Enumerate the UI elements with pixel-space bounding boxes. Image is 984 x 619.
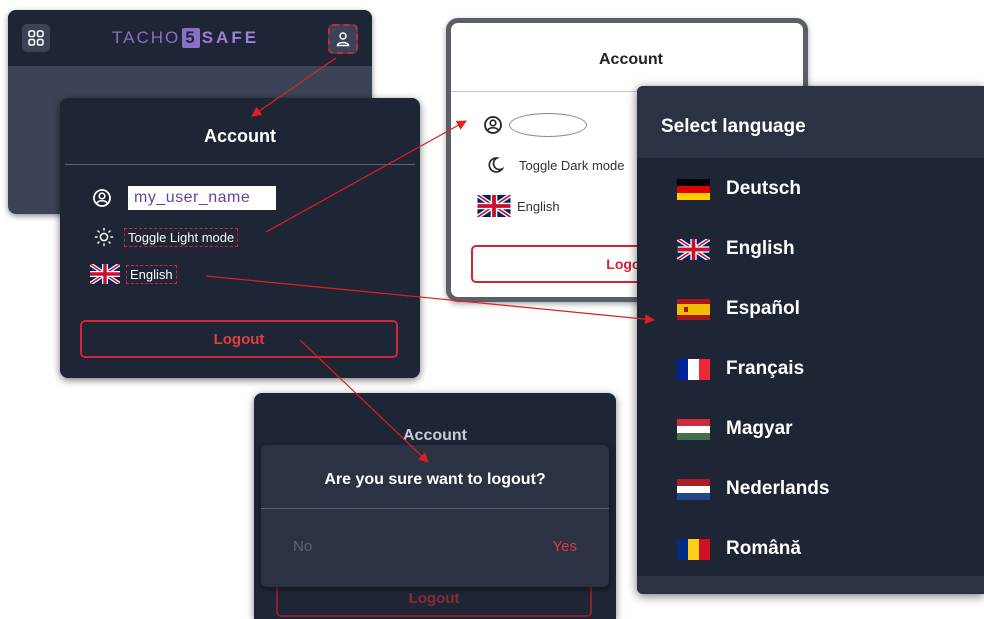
apps-menu-button[interactable] — [22, 24, 50, 52]
user-icon — [336, 32, 350, 47]
logout-confirm-panel: Account Logout Are you sure want to logo… — [254, 393, 616, 619]
language-select-title: Select language — [661, 116, 806, 137]
app-header: TACHO 5 SAFE — [8, 10, 372, 66]
language-option-magyar[interactable]: Magyar — [677, 414, 793, 444]
language-select-footer — [637, 576, 984, 594]
confirm-question: Are you sure want to logout? — [324, 471, 546, 488]
language-option-label: Nederlands — [726, 478, 830, 499]
language-label[interactable]: English — [126, 264, 177, 284]
fr-flag-icon — [677, 358, 710, 380]
language-option-label: Français — [726, 358, 805, 379]
language-option-english[interactable]: English — [677, 234, 795, 264]
username-row — [483, 113, 587, 137]
nl-flag-icon — [677, 478, 710, 500]
ro-flag-icon — [677, 538, 710, 560]
account-popup-dark: Account my_user_name Toggle Light mode E… — [60, 98, 420, 378]
language-option-label: Deutsch — [726, 178, 801, 199]
language-option-label: English — [726, 238, 795, 259]
hu-flag-icon — [677, 418, 710, 440]
language-option-deutsch[interactable]: Deutsch — [677, 174, 801, 204]
de-flag-icon — [677, 178, 710, 200]
confirm-no-button[interactable]: No — [293, 538, 312, 555]
app-logo: TACHO 5 SAFE — [112, 26, 259, 50]
language-option-francais[interactable]: Français — [677, 354, 804, 384]
divider — [261, 508, 609, 509]
grid-icon — [28, 30, 44, 46]
account-title: Account — [599, 51, 663, 68]
user-account-button[interactable] — [328, 24, 358, 54]
uk-flag-icon — [677, 238, 710, 260]
uk-flag-icon — [90, 264, 120, 284]
account-title: Account — [204, 126, 276, 146]
username-field-empty[interactable] — [509, 113, 587, 137]
user-circle-icon — [93, 189, 111, 207]
uk-flag-icon — [477, 195, 511, 217]
toggle-dark-mode-label[interactable]: Toggle Dark mode — [519, 158, 625, 173]
user-circle-icon — [484, 116, 502, 134]
language-row[interactable]: English — [90, 264, 177, 284]
language-select-header: Select language — [637, 86, 984, 158]
divider — [65, 164, 415, 165]
language-option-label: Română — [726, 538, 801, 559]
language-row[interactable]: English — [477, 195, 560, 217]
confirm-yes-button[interactable]: Yes — [553, 538, 577, 555]
username-field[interactable]: my_user_name — [128, 186, 276, 210]
language-option-espanol[interactable]: Español — [677, 294, 800, 324]
moon-icon — [488, 157, 505, 173]
sun-icon — [94, 227, 114, 247]
logo-suffix: SAFE — [201, 28, 260, 47]
language-option-label: Español — [726, 298, 800, 319]
logout-button[interactable]: Logout — [80, 320, 398, 358]
logout-confirm-dialog: Are you sure want to logout? No Yes — [261, 445, 609, 587]
language-option-label: Magyar — [726, 418, 793, 439]
toggle-theme-row[interactable]: Toggle Light mode — [94, 227, 239, 247]
toggle-light-mode-label[interactable]: Toggle Light mode — [124, 227, 239, 247]
es-flag-icon — [677, 298, 710, 320]
logo-number: 5 — [182, 28, 200, 48]
language-option-romana[interactable]: Română — [677, 534, 801, 564]
language-label[interactable]: English — [517, 199, 560, 214]
username-row: my_user_name — [92, 186, 276, 210]
logo-prefix: TACHO — [112, 28, 181, 47]
language-option-nederlands[interactable]: Nederlands — [677, 474, 829, 504]
language-select-panel: Select language Deutsch English Español … — [637, 86, 984, 594]
toggle-theme-row[interactable]: Toggle Dark mode — [485, 155, 625, 175]
account-title: Account — [403, 427, 467, 444]
